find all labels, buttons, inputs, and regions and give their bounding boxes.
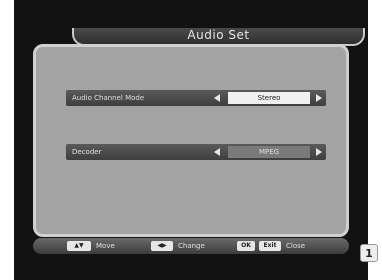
arrow-left-icon[interactable] (214, 148, 220, 156)
setting-value: MPEG (228, 146, 310, 158)
updown-key-icon: ▲▼ (67, 241, 91, 251)
page-badge-icon: 1 (360, 244, 378, 262)
leftright-key-icon: ◀▶ (151, 241, 173, 251)
setting-row-decoder[interactable]: Decoder MPEG (66, 144, 326, 160)
arrow-right-icon[interactable] (316, 148, 322, 156)
arrow-right-icon[interactable] (316, 94, 322, 102)
settings-panel: Audio Channel Mode Stereo Decoder MPEG (33, 44, 349, 237)
exit-key-icon: Exit (259, 241, 281, 251)
move-hint: Move (96, 242, 115, 250)
setting-label: Audio Channel Mode (72, 94, 145, 102)
page-title: Audio Set (187, 28, 250, 42)
setting-row-audio-channel-mode[interactable]: Audio Channel Mode Stereo (66, 90, 326, 106)
change-hint: Change (178, 242, 205, 250)
ok-key-icon: OK (237, 241, 255, 251)
setting-value: Stereo (228, 92, 310, 104)
arrow-left-icon[interactable] (214, 94, 220, 102)
setting-label: Decoder (72, 148, 102, 156)
help-bar: ▲▼ Move ◀▶ Change OK Exit Close (33, 238, 349, 254)
close-hint: Close (286, 242, 306, 250)
